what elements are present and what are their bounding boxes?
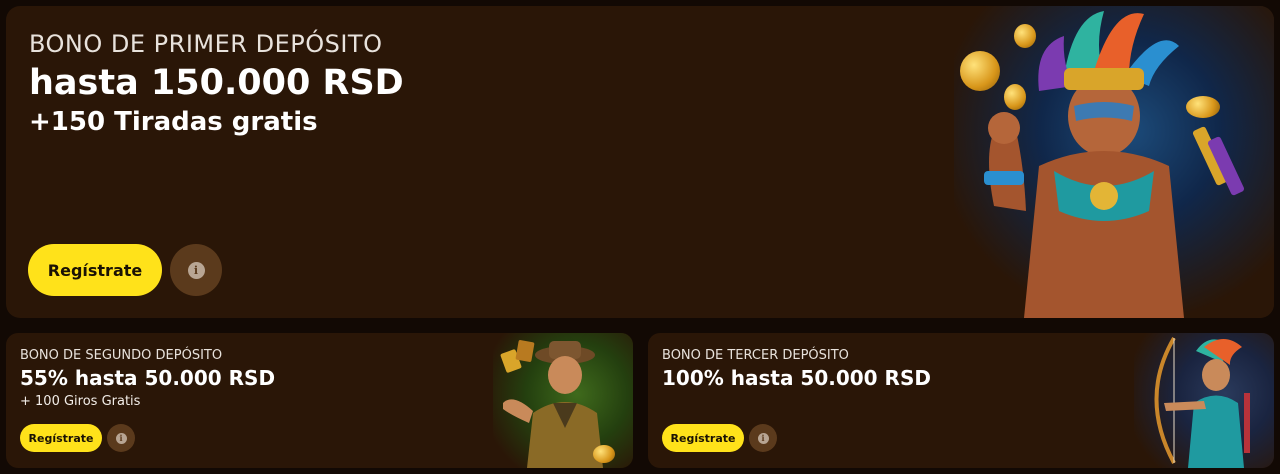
info-button[interactable]: i: [749, 424, 777, 452]
bonus-subtitle: + 100 Giros Gratis: [20, 394, 141, 409]
third-deposit-card: BONO DE TERCER DEPÓSITO 100% hasta 50.00…: [648, 333, 1274, 468]
info-icon: i: [187, 261, 205, 279]
coin-icon: [593, 445, 615, 463]
register-button[interactable]: Regístrate: [662, 424, 744, 452]
register-button[interactable]: Regístrate: [20, 424, 102, 452]
coin-icon: [1004, 84, 1026, 110]
bonus-subtitle: +150 Tiradas gratis: [29, 106, 318, 137]
second-deposit-card: BONO DE SEGUNDO DEPÓSITO 55% hasta 50.00…: [6, 333, 633, 468]
bonus-title: 100% hasta 50.000 RSD: [662, 366, 931, 390]
archer-illustration: [1134, 333, 1274, 468]
info-icon: i: [757, 432, 769, 444]
aztec-warrior-icon: [984, 11, 1245, 318]
explorer-illustration: [493, 333, 633, 468]
coin-icon: [1186, 96, 1220, 118]
archer-icon: [1154, 336, 1250, 468]
coin-icon: [1014, 24, 1036, 48]
register-button[interactable]: Regístrate: [28, 244, 162, 296]
bonus-kicker: BONO DE TERCER DEPÓSITO: [662, 348, 849, 363]
info-button[interactable]: i: [170, 244, 222, 296]
bonus-title: 55% hasta 50.000 RSD: [20, 366, 276, 390]
aztec-warrior-illustration: [954, 6, 1274, 318]
first-deposit-banner: BONO DE PRIMER DEPÓSITO hasta 150.000 RS…: [6, 6, 1274, 318]
bonus-kicker: BONO DE PRIMER DEPÓSITO: [29, 30, 383, 58]
info-icon: i: [115, 432, 127, 444]
bonus-kicker: BONO DE SEGUNDO DEPÓSITO: [20, 348, 223, 363]
info-button[interactable]: i: [107, 424, 135, 452]
coin-icon: [960, 51, 1000, 91]
bonus-title: hasta 150.000 RSD: [29, 63, 404, 103]
